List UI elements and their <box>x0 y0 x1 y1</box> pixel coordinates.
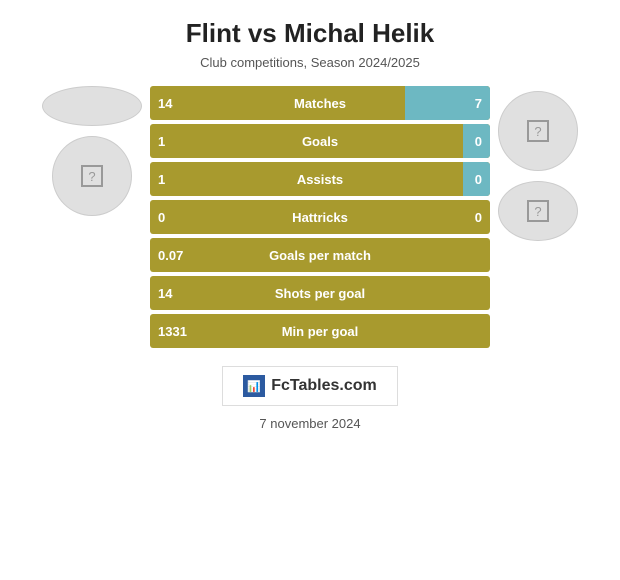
left-question-icon: ? <box>81 165 103 187</box>
subtitle: Club competitions, Season 2024/2025 <box>200 55 420 70</box>
right-question-icon-bottom: ? <box>527 200 549 222</box>
stat-left-value-2: 1 <box>158 172 165 187</box>
right-avatar-top: ? <box>498 91 578 171</box>
stat-left-value-3: 0 <box>158 210 165 225</box>
stat-right-value-2: 0 <box>475 172 482 187</box>
logo-icon: 📊 <box>243 375 265 397</box>
stat-center-label-0: Matches <box>294 96 346 111</box>
stat-center-label-4: Goals per match <box>269 248 371 263</box>
stat-row-0: 14 Matches 7 <box>150 86 490 120</box>
stat-left-value-1: 1 <box>158 134 165 149</box>
stat-center-label-6: Min per goal <box>282 324 359 339</box>
stat-row-2: 1 Assists 0 <box>150 162 490 196</box>
stat-center-label-1: Goals <box>302 134 338 149</box>
stat-center-label-5: Shots per goal <box>275 286 365 301</box>
right-question-icon-top: ? <box>527 120 549 142</box>
stat-right-value-3: 0 <box>475 210 482 225</box>
stat-row-4: 0.07 Goals per match <box>150 238 490 272</box>
left-avatar-circle: ? <box>52 136 132 216</box>
stat-right-value-0: 7 <box>475 96 482 111</box>
stat-left-value-0: 14 <box>158 96 172 111</box>
left-oval-top <box>42 86 142 126</box>
page-title: Flint vs Michal Helik <box>186 18 435 49</box>
stat-center-label-2: Assists <box>297 172 343 187</box>
main-container: Flint vs Michal Helik Club competitions,… <box>0 0 620 580</box>
date-text: 7 november 2024 <box>259 416 360 431</box>
stat-center-label-3: Hattricks <box>292 210 348 225</box>
stat-right-value-1: 0 <box>475 134 482 149</box>
stat-left-value-6: 1331 <box>158 324 187 339</box>
left-avatars: ? <box>42 86 142 216</box>
stat-row-5: 14 Shots per goal <box>150 276 490 310</box>
right-avatar-bottom: ? <box>498 181 578 241</box>
logo-section: 📊 FcTables.com <box>222 366 398 406</box>
stat-row-1: 1 Goals 0 <box>150 124 490 158</box>
stat-left-value-4: 0.07 <box>158 248 183 263</box>
stats-bars: 14 Matches 7 1 Goals 0 1 Assists 0 0 Hattricks 0 0.0… <box>150 86 490 348</box>
right-avatars: ? ? <box>498 86 578 241</box>
logo-text: FcTables.com <box>271 377 377 395</box>
stat-left-value-5: 14 <box>158 286 172 301</box>
stats-section: ? 14Matches71Goals01Assists00Hattricks00… <box>0 86 620 348</box>
stat-row-6: 1331 Min per goal <box>150 314 490 348</box>
stat-row-3: 0 Hattricks 0 <box>150 200 490 234</box>
